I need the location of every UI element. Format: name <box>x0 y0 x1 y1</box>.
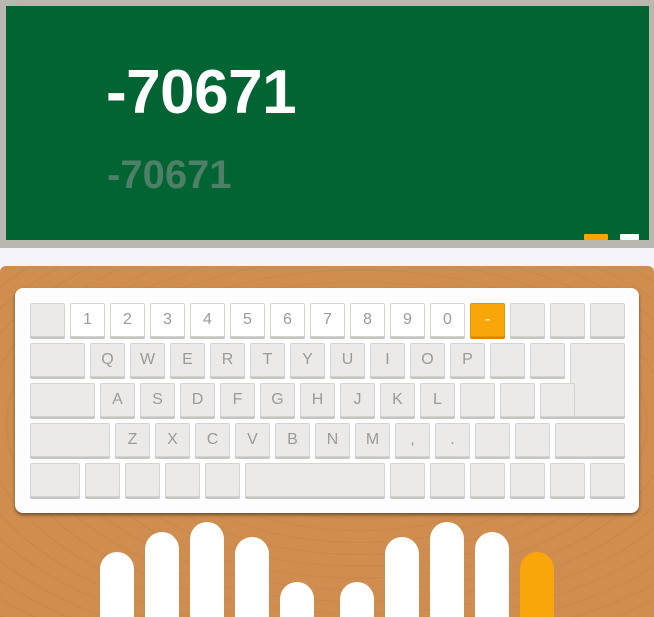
key-2[interactable]: 2 <box>110 303 145 337</box>
key-alt-right[interactable] <box>390 463 425 497</box>
right-pinky-finger <box>520 552 554 617</box>
key-8[interactable]: 8 <box>350 303 385 337</box>
key-fn[interactable] <box>85 463 120 497</box>
key-a[interactable]: A <box>100 383 135 417</box>
key-g[interactable]: G <box>260 383 295 417</box>
right-ring-finger <box>475 532 509 617</box>
key-t[interactable]: T <box>250 343 285 377</box>
key-u[interactable]: U <box>330 343 365 377</box>
key-space[interactable] <box>245 463 385 497</box>
key-blank[interactable] <box>590 463 625 497</box>
key-n[interactable]: N <box>315 423 350 457</box>
key-blank[interactable] <box>205 463 240 497</box>
key-l[interactable]: L <box>420 383 455 417</box>
key-comma[interactable]: , <box>395 423 430 457</box>
key-blank[interactable] <box>490 343 525 377</box>
left-index-finger <box>235 537 269 617</box>
key-s[interactable]: S <box>140 383 175 417</box>
right-thumb <box>340 582 374 617</box>
key-4[interactable]: 4 <box>190 303 225 337</box>
key-c[interactable]: C <box>195 423 230 457</box>
key-win[interactable] <box>125 463 160 497</box>
key-left-shift[interactable] <box>30 423 110 457</box>
key-h[interactable]: H <box>300 383 335 417</box>
key-f[interactable]: F <box>220 383 255 417</box>
key-e[interactable]: E <box>170 343 205 377</box>
key-1[interactable]: 1 <box>70 303 105 337</box>
key-o[interactable]: O <box>410 343 445 377</box>
key-blank[interactable] <box>590 303 625 337</box>
key-9[interactable]: 9 <box>390 303 425 337</box>
key-w[interactable]: W <box>130 343 165 377</box>
key-z[interactable]: Z <box>115 423 150 457</box>
key-d[interactable]: D <box>180 383 215 417</box>
key-alt[interactable] <box>165 463 200 497</box>
right-index-finger <box>385 537 419 617</box>
key-minus[interactable]: - <box>470 303 505 337</box>
key-blank[interactable] <box>430 463 465 497</box>
key-i[interactable]: I <box>370 343 405 377</box>
key-6[interactable]: 6 <box>270 303 305 337</box>
chalkboard: -70671 -70671 <box>6 6 649 240</box>
right-middle-finger <box>430 522 464 617</box>
key-b[interactable]: B <box>275 423 310 457</box>
key-tab[interactable] <box>30 343 85 377</box>
key-5[interactable]: 5 <box>230 303 265 337</box>
key-blank[interactable] <box>500 383 535 417</box>
target-number: -70671 <box>106 58 297 127</box>
left-pinky-finger <box>100 552 134 617</box>
orange-chalk <box>584 234 608 240</box>
key-right-shift[interactable] <box>555 423 625 457</box>
key-0[interactable]: 0 <box>430 303 465 337</box>
key-blank[interactable] <box>470 463 505 497</box>
key-j[interactable]: J <box>340 383 375 417</box>
key-blank[interactable] <box>530 343 565 377</box>
key-q[interactable]: Q <box>90 343 125 377</box>
key-blank[interactable] <box>550 303 585 337</box>
key-blank[interactable] <box>515 423 550 457</box>
key-blank[interactable] <box>30 303 65 337</box>
key-enter[interactable] <box>570 343 625 417</box>
key-caps[interactable] <box>30 383 95 417</box>
chalkboard-frame: -70671 -70671 <box>0 0 654 248</box>
left-middle-finger <box>190 522 224 617</box>
key-7[interactable]: 7 <box>310 303 345 337</box>
key-k[interactable]: K <box>380 383 415 417</box>
key-blank[interactable] <box>510 303 545 337</box>
key-blank[interactable] <box>460 383 495 417</box>
white-chalk <box>620 234 639 240</box>
key-p[interactable]: P <box>450 343 485 377</box>
key-r[interactable]: R <box>210 343 245 377</box>
key-blank[interactable] <box>475 423 510 457</box>
key-ctrl[interactable] <box>30 463 80 497</box>
key-period[interactable]: . <box>435 423 470 457</box>
key-m[interactable]: M <box>355 423 390 457</box>
key-blank[interactable] <box>540 383 575 417</box>
key-x[interactable]: X <box>155 423 190 457</box>
key-3[interactable]: 3 <box>150 303 185 337</box>
typed-number: -70671 <box>107 153 232 197</box>
left-thumb <box>280 582 314 617</box>
key-v[interactable]: V <box>235 423 270 457</box>
keyboard: 1 2 3 4 5 6 7 8 9 0 - Q W E R T Y U I O … <box>15 288 639 513</box>
key-blank[interactable] <box>550 463 585 497</box>
key-y[interactable]: Y <box>290 343 325 377</box>
left-ring-finger <box>145 532 179 617</box>
key-blank[interactable] <box>510 463 545 497</box>
